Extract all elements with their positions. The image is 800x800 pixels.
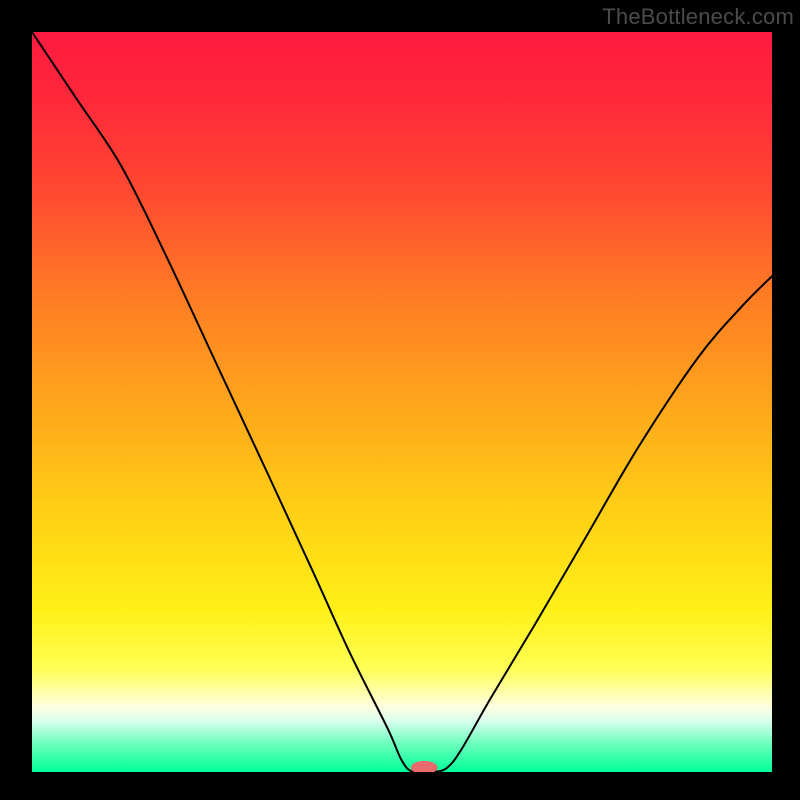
chart-frame: TheBottleneck.com <box>0 0 800 800</box>
gradient-background <box>32 32 772 772</box>
chart-svg <box>32 32 772 772</box>
watermark-text: TheBottleneck.com <box>602 4 794 30</box>
plot-area <box>32 32 772 772</box>
